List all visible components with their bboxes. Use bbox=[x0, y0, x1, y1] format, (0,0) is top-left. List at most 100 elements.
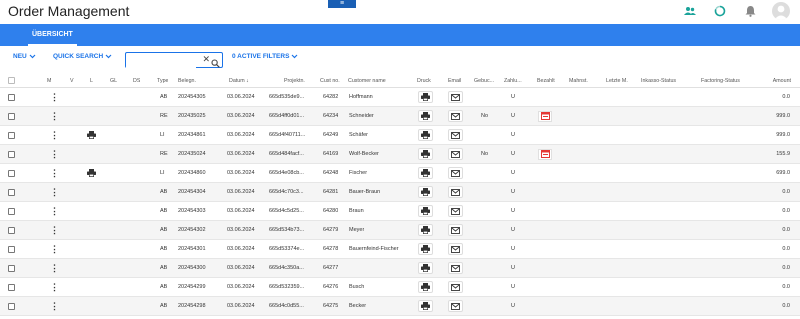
col-gl[interactable]: GL bbox=[110, 74, 117, 87]
email-button[interactable] bbox=[447, 164, 463, 182]
row-checkbox[interactable] bbox=[8, 297, 15, 315]
print-button[interactable] bbox=[417, 240, 433, 258]
cell-belegnr[interactable]: 202454302 bbox=[178, 221, 206, 239]
row-menu-icon[interactable]: ⋮ bbox=[50, 297, 59, 315]
col-datum[interactable]: Datum ↓ bbox=[229, 74, 249, 87]
clear-search-icon[interactable]: ✕ bbox=[202, 54, 210, 65]
table-row[interactable]: ⋮ RE 202435024 03.06.2024 665d484facf... 6416… bbox=[0, 145, 800, 164]
row-checkbox[interactable] bbox=[8, 107, 15, 125]
row-menu-icon[interactable]: ⋮ bbox=[50, 145, 59, 163]
table-row[interactable]: ⋮ AB 202454301 03.06.2024 665d53374e... 64278… bbox=[0, 240, 800, 259]
users-icon[interactable] bbox=[682, 3, 698, 19]
row-checkbox[interactable] bbox=[8, 278, 15, 296]
print-button[interactable] bbox=[417, 259, 433, 277]
print-button[interactable] bbox=[417, 164, 433, 182]
print-button[interactable] bbox=[417, 145, 433, 163]
filters-button[interactable]: 0 ACTIVE FILTERS bbox=[232, 53, 298, 60]
col-l[interactable]: L bbox=[90, 74, 93, 87]
cell-belegnr[interactable]: 202454300 bbox=[178, 259, 206, 277]
cell-belegnr[interactable]: 202435025 bbox=[178, 107, 206, 125]
col-druck[interactable]: Druck bbox=[417, 74, 431, 87]
col-ds[interactable]: DS bbox=[133, 74, 140, 87]
cell-belegnr[interactable]: 202454298 bbox=[178, 297, 206, 315]
email-button[interactable] bbox=[447, 145, 463, 163]
avatar[interactable] bbox=[772, 2, 790, 20]
row-menu-icon[interactable]: ⋮ bbox=[50, 183, 59, 201]
email-button[interactable] bbox=[447, 107, 463, 125]
col-custno[interactable]: Cust no. bbox=[320, 74, 340, 87]
new-button[interactable]: NEU bbox=[13, 53, 36, 60]
row-checkbox[interactable] bbox=[8, 126, 15, 144]
row-checkbox[interactable] bbox=[8, 164, 15, 182]
bell-icon[interactable] bbox=[742, 3, 758, 19]
search-field[interactable]: ✕ bbox=[125, 52, 223, 72]
search-input[interactable] bbox=[126, 57, 196, 72]
cell-belegnr[interactable]: 202454304 bbox=[178, 183, 206, 201]
refresh-icon[interactable] bbox=[712, 3, 728, 19]
table-row[interactable]: ⋮ AB 202454303 03.06.2024 665d4c5d25... 64280… bbox=[0, 202, 800, 221]
row-checkbox[interactable] bbox=[8, 88, 15, 106]
table-row[interactable]: ⋮ AB 202454302 03.06.2024 665d534b73... 64279… bbox=[0, 221, 800, 240]
table-row[interactable]: ⋮ AB 202454305 03.06.2024 665d535de9... 64282… bbox=[0, 88, 800, 107]
tab-uebersicht[interactable]: ÜBERSICHT bbox=[28, 24, 77, 46]
col-belegnr[interactable]: Belegn. bbox=[178, 74, 196, 87]
email-button[interactable] bbox=[447, 183, 463, 201]
row-checkbox[interactable] bbox=[8, 221, 15, 239]
row-checkbox[interactable] bbox=[8, 240, 15, 258]
print-button[interactable] bbox=[417, 183, 433, 201]
email-button[interactable] bbox=[447, 278, 463, 296]
row-menu-icon[interactable]: ⋮ bbox=[50, 202, 59, 220]
print-button[interactable] bbox=[417, 88, 433, 106]
col-mahnst[interactable]: Mahnst. bbox=[569, 74, 588, 87]
row-menu-icon[interactable]: ⋮ bbox=[50, 221, 59, 239]
email-button[interactable] bbox=[447, 221, 463, 239]
row-menu-icon[interactable]: ⋮ bbox=[50, 164, 59, 182]
cell-belegnr[interactable]: 202454301 bbox=[178, 240, 206, 258]
table-row[interactable]: ⋮ LI 202434861 03.06.2024 665d4f40711... 6424… bbox=[0, 126, 800, 145]
cell-belegnr[interactable]: 202434861 bbox=[178, 126, 206, 144]
col-gebucht[interactable]: Gebuc... bbox=[474, 74, 494, 87]
table-row[interactable]: ⋮ AB 202454300 03.06.2024 665d4c350a... 64277… bbox=[0, 259, 800, 278]
row-menu-icon[interactable]: ⋮ bbox=[50, 88, 59, 106]
cell-belegnr[interactable]: 202454303 bbox=[178, 202, 206, 220]
email-button[interactable] bbox=[447, 297, 463, 315]
print-button[interactable] bbox=[417, 221, 433, 239]
col-letzte-mahnung[interactable]: Letzte M. bbox=[606, 74, 628, 87]
col-factoring-status[interactable]: Factoring-Status bbox=[701, 74, 740, 87]
col-projekt[interactable]: Projektn. bbox=[284, 74, 305, 87]
row-menu-icon[interactable]: ⋮ bbox=[50, 126, 59, 144]
email-button[interactable] bbox=[447, 259, 463, 277]
bezahlt-button[interactable] bbox=[538, 107, 552, 125]
row-checkbox[interactable] bbox=[8, 259, 15, 277]
print-button[interactable] bbox=[417, 202, 433, 220]
row-checkbox[interactable] bbox=[8, 145, 15, 163]
quick-search-button[interactable]: QUICK SEARCH bbox=[53, 53, 112, 60]
search-icon[interactable] bbox=[211, 55, 220, 73]
row-menu-icon[interactable]: ⋮ bbox=[50, 107, 59, 125]
col-custname[interactable]: Customer name bbox=[348, 74, 386, 87]
print-button[interactable] bbox=[417, 126, 433, 144]
print-button[interactable] bbox=[417, 278, 433, 296]
col-email[interactable]: Email bbox=[448, 74, 461, 87]
select-all-checkbox[interactable] bbox=[8, 74, 15, 87]
col-inkasso-status[interactable]: Inkasso-Status bbox=[641, 74, 676, 87]
table-row[interactable]: ⋮ AB 202454298 03.06.2024 665d4c0d55... 64275… bbox=[0, 297, 800, 316]
table-row[interactable]: ⋮ LI 202434860 03.06.2024 665d4e08cb... 64248… bbox=[0, 164, 800, 183]
row-checkbox[interactable] bbox=[8, 202, 15, 220]
col-amount[interactable]: Amount bbox=[760, 74, 791, 87]
cell-belegnr[interactable]: 202434860 bbox=[178, 164, 206, 182]
lieferschein-print-icon[interactable] bbox=[87, 164, 96, 182]
table-row[interactable]: ⋮ AB 202454304 03.06.2024 665d4c70c3... 64281… bbox=[0, 183, 800, 202]
cell-belegnr[interactable]: 202454305 bbox=[178, 88, 206, 106]
row-menu-icon[interactable]: ⋮ bbox=[50, 278, 59, 296]
table-row[interactable]: ⋮ RE 202435025 03.06.2024 665d4ff0d01... 6423… bbox=[0, 107, 800, 126]
print-button[interactable] bbox=[417, 297, 433, 315]
email-button[interactable] bbox=[447, 240, 463, 258]
cell-belegnr[interactable]: 202454299 bbox=[178, 278, 206, 296]
col-zahlung[interactable]: Zahlu... bbox=[504, 74, 522, 87]
row-checkbox[interactable] bbox=[8, 183, 15, 201]
col-bezahlt[interactable]: Bezahlt bbox=[537, 74, 555, 87]
email-button[interactable] bbox=[447, 202, 463, 220]
table-row[interactable]: ⋮ AB 202454299 03.06.2024 665d532359... 64276… bbox=[0, 278, 800, 297]
email-button[interactable] bbox=[447, 126, 463, 144]
